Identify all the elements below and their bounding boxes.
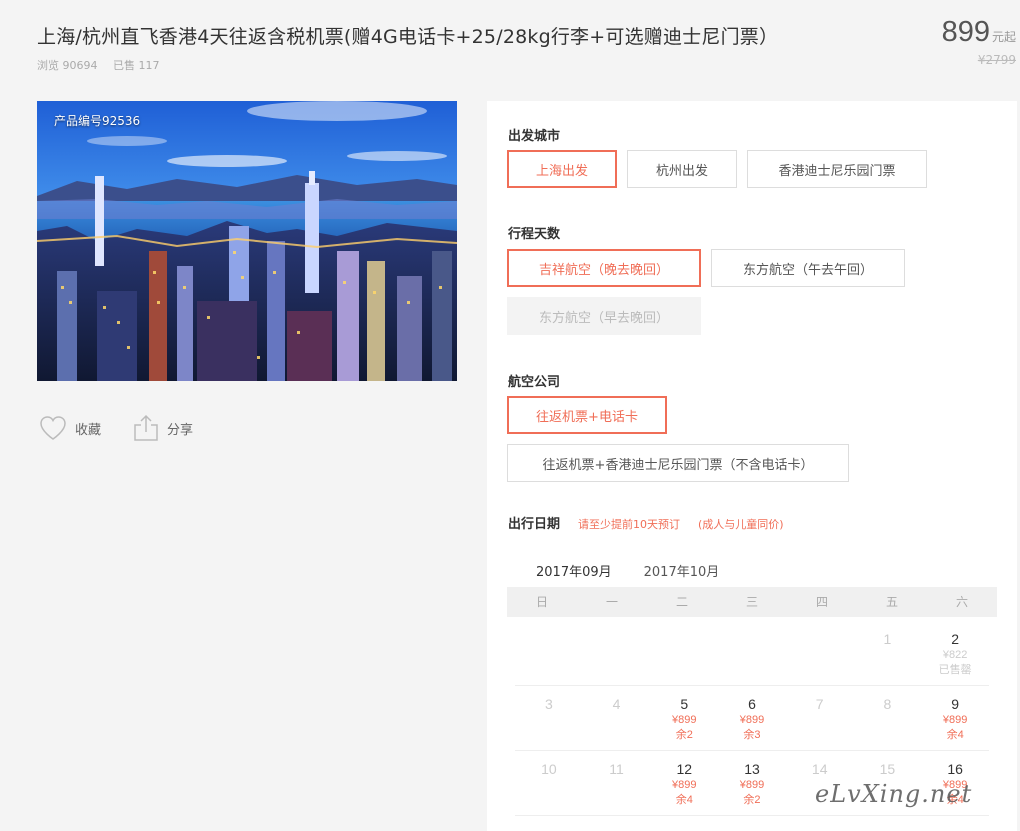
original-price: ¥2799	[977, 53, 1016, 67]
share-button[interactable]: 分享	[133, 414, 193, 442]
calendar-day: 10	[515, 751, 583, 815]
option-shanghai-departure[interactable]: 上海出发	[507, 150, 617, 188]
weekday-sun: 日	[535, 595, 548, 609]
calendar-day: 8	[854, 686, 922, 750]
travel-date-header: 出行日期 请至少提前10天预订 (成人与儿童同价)	[508, 513, 784, 532]
day-remaining: 余4	[675, 794, 693, 806]
calendar-day[interactable]: 6 ¥899 余3	[718, 686, 786, 750]
day-remaining: 余4	[946, 729, 964, 741]
price-box: 899 元起 ¥2799	[942, 16, 1016, 67]
trip-days-label: 行程天数	[508, 227, 561, 242]
view-count: 浏览 90694	[37, 59, 98, 72]
option-ticket-disney[interactable]: 往返机票+香港迪士尼乐园门票（不含电话卡）	[507, 444, 849, 482]
day-number: 1	[883, 631, 892, 647]
day-remaining: 余2	[675, 729, 693, 741]
day-number: 16	[947, 761, 963, 777]
calendar-day[interactable]: 9 ¥899 余4	[921, 686, 989, 750]
calendar-day: 11	[583, 751, 651, 815]
price-note: (成人与儿童同价)	[698, 518, 784, 531]
calendar-day: 2 ¥822 已售罄	[921, 621, 989, 685]
favorite-button[interactable]: 收藏	[39, 415, 101, 441]
option-ticket-sim[interactable]: 往返机票+电话卡	[507, 396, 667, 434]
day-remaining: 余3	[743, 729, 761, 741]
day-number: 8	[883, 696, 892, 712]
calendar-day: 3	[515, 686, 583, 750]
day-number: 12	[676, 761, 693, 777]
product-title: 上海/杭州直飞香港4天往返含税机票(赠4G电话卡+25/28kg行李+可选赠迪士…	[37, 26, 779, 48]
day-price: ¥899	[739, 714, 765, 726]
day-number: 15	[879, 761, 896, 777]
price: 899	[941, 16, 990, 48]
weekday-sat: 六	[955, 595, 968, 609]
product-stats: 浏览 90694 已售 117	[37, 57, 160, 73]
calendar-day[interactable]: 5 ¥899 余2	[650, 686, 718, 750]
day-price: ¥899	[672, 779, 697, 791]
day-number: 9	[951, 696, 960, 712]
day-number: 4	[612, 696, 621, 712]
travel-date-label: 出行日期	[508, 517, 561, 532]
heart-icon	[40, 416, 66, 440]
booking-panel: 出发城市 上海出发 杭州出发 香港迪士尼乐园门票 行程天数 吉祥航空（晚去晚回）…	[487, 101, 1017, 831]
calendar-week: 3 4 5 ¥899 余2 6 ¥899 余3 7 8 9 ¥899 余4	[515, 686, 989, 751]
share-icon	[134, 414, 158, 441]
day-number: 2	[951, 631, 960, 647]
departure-city-label: 出发城市	[508, 129, 561, 144]
day-number: 3	[544, 696, 553, 712]
sold-count: 已售 117	[113, 59, 160, 72]
calendar-empty-cell	[786, 621, 854, 685]
option-eastern-early: 东方航空（早去晚回）	[507, 297, 701, 335]
calendar-empty-cell	[650, 621, 718, 685]
weekday-thu: 四	[815, 595, 828, 609]
day-price: ¥899	[739, 779, 765, 791]
day-number: 13	[744, 761, 760, 777]
day-remaining: 余2	[743, 794, 761, 806]
weekday-fri: 五	[885, 595, 898, 609]
day-price: ¥899	[942, 714, 968, 726]
option-disney-ticket[interactable]: 香港迪士尼乐园门票	[747, 150, 927, 188]
calendar-day[interactable]: 13 ¥899 余2	[718, 751, 786, 815]
month-tabs: 2017年09月 2017年10月	[524, 559, 739, 590]
day-number: 7	[815, 696, 824, 712]
calendar-empty-cell	[515, 621, 583, 685]
calendar-day[interactable]: 12 ¥899 余4	[650, 751, 718, 815]
weekday-mon: 一	[605, 595, 618, 609]
hong-kong-skyline-image	[37, 101, 457, 381]
price-unit: 元起	[991, 30, 1016, 44]
calendar-day: 1	[854, 621, 922, 685]
day-number: 10	[541, 761, 557, 777]
option-juneyao-late[interactable]: 吉祥航空（晚去晚回）	[507, 249, 701, 287]
watermark: eLvXing.net	[815, 780, 973, 808]
calendar-empty-cell	[718, 621, 786, 685]
day-number: 11	[609, 761, 624, 777]
airline-label: 航空公司	[508, 375, 561, 390]
calendar-day: 7	[786, 686, 854, 750]
calendar-day: 4	[583, 686, 651, 750]
weekday-tue: 二	[675, 595, 688, 609]
booking-note: 请至少提前10天预订	[578, 518, 681, 531]
calendar-empty-cell	[583, 621, 651, 685]
day-number: 6	[748, 696, 756, 712]
option-eastern-noon[interactable]: 东方航空（午去午回）	[711, 249, 905, 287]
day-number: 14	[811, 761, 828, 777]
day-price: ¥822	[942, 649, 968, 661]
day-price: ¥899	[672, 714, 697, 726]
day-number: 5	[680, 696, 689, 712]
weekday-wed: 三	[745, 595, 758, 609]
product-actions: 收藏 分享	[39, 414, 225, 442]
product-code: 产品编号92536	[54, 114, 141, 128]
share-label: 分享	[167, 422, 194, 438]
product-photo: 产品编号92536	[37, 101, 457, 381]
calendar-week: 1 2 ¥822 已售罄	[515, 621, 989, 686]
tab-2017-09[interactable]: 2017年09月	[524, 559, 624, 590]
favorite-label: 收藏	[75, 422, 102, 438]
option-hangzhou-departure[interactable]: 杭州出发	[627, 150, 737, 188]
day-remaining: 已售罄	[938, 664, 972, 676]
tab-2017-10[interactable]: 2017年10月	[632, 559, 732, 590]
weekday-header: 日 一 二 三 四 五 六	[507, 587, 997, 617]
